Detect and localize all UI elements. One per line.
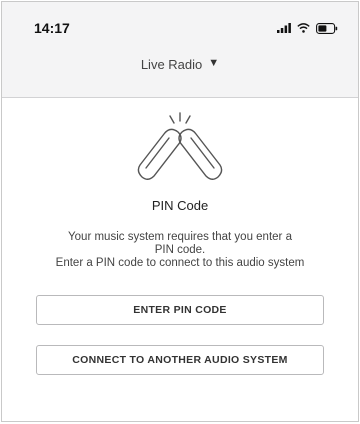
- connect-another-system-button[interactable]: CONNECT TO ANOTHER AUDIO SYSTEM: [36, 345, 324, 375]
- connection-link-icon: [137, 112, 223, 180]
- wifi-icon: [297, 23, 310, 33]
- dropdown-caret-icon: ▼: [208, 57, 220, 69]
- description-line: Enter a PIN code to connect to this audi…: [55, 257, 305, 269]
- description-line: Your music system requires that you ente…: [68, 231, 292, 243]
- description-line: PIN code.: [154, 244, 206, 256]
- status-bar: 14:17: [2, 2, 358, 54]
- source-selector[interactable]: Live Radio ▼: [2, 54, 358, 97]
- pin-code-panel: PIN Code Your music system requires that…: [2, 110, 358, 375]
- pin-code-heading: PIN Code: [151, 198, 209, 213]
- pin-code-description: Your music system requires that you ente…: [2, 231, 358, 270]
- top-bar: 14:17 Live Radio ▼: [2, 2, 358, 98]
- enter-pin-code-button[interactable]: ENTER PIN CODE: [36, 295, 324, 325]
- screen-title: Live Radio: [140, 57, 203, 72]
- battery-icon: [316, 22, 338, 34]
- status-icons: [277, 22, 338, 34]
- app-screen: 14:17 Live Radio ▼ PIN Code Your music s…: [1, 1, 359, 422]
- status-time: 14:17: [34, 20, 70, 36]
- signal-icon: [277, 23, 291, 33]
